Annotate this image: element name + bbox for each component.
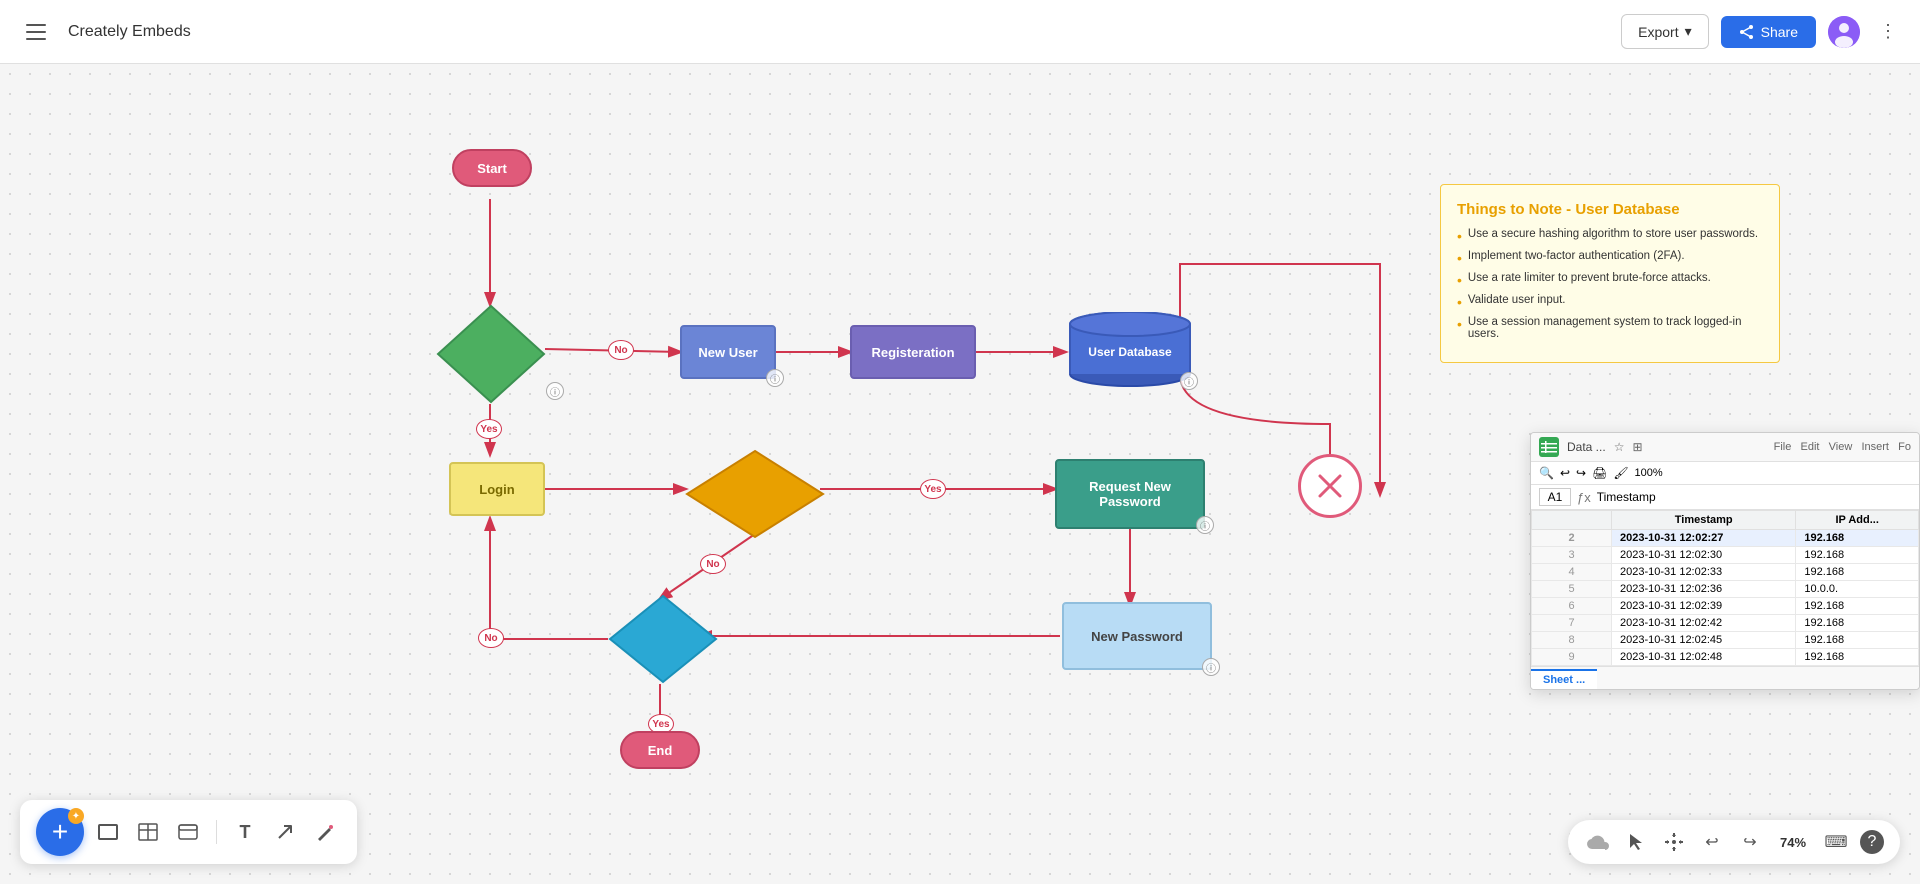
table-row: 92023-10-31 12:02:48192.168 xyxy=(1532,649,1919,666)
sheet-zoom: 100% xyxy=(1635,467,1663,479)
request-pw-info[interactable]: ⓘ xyxy=(1196,516,1214,534)
correct-password-diamond[interactable]: Correct Password? xyxy=(608,594,718,684)
registered-diamond[interactable]: Registered? xyxy=(436,304,546,404)
svg-text:User Database: User Database xyxy=(1088,345,1172,359)
sheet-print-icon[interactable]: 🖨 xyxy=(1592,466,1607,480)
note-item-3: • Use a rate limiter to prevent brute-fo… xyxy=(1457,272,1763,288)
spreadsheet-panel: Data ... ☆ ⊞ File Edit View Insert Fo 🔍 … xyxy=(1530,432,1920,690)
share-button[interactable]: Share xyxy=(1721,16,1816,48)
table-row: 32023-10-31 12:02:30192.168 xyxy=(1532,547,1919,564)
card-tool-button[interactable] xyxy=(172,816,204,848)
add-button[interactable]: + ✦ xyxy=(36,808,84,856)
keyboard-icon[interactable]: ⌨ xyxy=(1822,828,1850,856)
text-tool-button[interactable]: T xyxy=(229,816,261,848)
edge-label-yes2: Yes xyxy=(920,479,946,499)
canvas[interactable]: Start Registered? No Yes New User ⓘ Regi… xyxy=(0,64,1920,884)
help-icon[interactable]: ? xyxy=(1860,830,1884,854)
cursor-tool-icon[interactable] xyxy=(1622,828,1650,856)
header: Creately Embeds Export ▾ Share ⋮ xyxy=(0,0,1920,64)
sheet-fx-icon: ƒx xyxy=(1577,490,1591,505)
sheet-redo-icon[interactable]: ↪ xyxy=(1576,466,1586,480)
draw-tool-button[interactable] xyxy=(309,816,341,848)
table-row: 82023-10-31 12:02:45192.168 xyxy=(1532,632,1919,649)
registration-node[interactable]: Registeration xyxy=(850,325,976,379)
forgot-password-diamond[interactable]: Forgot Password? xyxy=(685,449,825,539)
table-row: 52023-10-31 12:02:3610.0.0. xyxy=(1532,581,1919,598)
new-user-info[interactable]: ⓘ xyxy=(766,369,784,387)
note-box: Things to Note - User Database • Use a s… xyxy=(1440,184,1780,363)
sheet-grid-icon[interactable]: ⊞ xyxy=(1632,440,1642,454)
chevron-down-icon: ▾ xyxy=(1685,23,1692,40)
sheet-formula: Timestamp xyxy=(1597,490,1656,504)
sheet-search-icon[interactable]: 🔍 xyxy=(1539,466,1554,480)
rect-tool-button[interactable] xyxy=(92,816,124,848)
new-password-info[interactable]: ⓘ xyxy=(1202,658,1220,676)
export-button[interactable]: Export ▾ xyxy=(1621,14,1709,49)
sheet-tab[interactable]: Sheet ... xyxy=(1531,669,1597,689)
sheet-menu-items: File Edit View Insert Fo xyxy=(1774,441,1911,453)
arrow-tool-button[interactable] xyxy=(269,816,301,848)
zoom-level: 74% xyxy=(1774,835,1812,850)
sheet-title: Data ... xyxy=(1567,440,1606,454)
sheet-col-a-header[interactable]: Timestamp xyxy=(1612,511,1796,530)
edge-label-yes1: Yes xyxy=(476,419,502,439)
table-row: 72023-10-31 12:02:42192.168 xyxy=(1532,615,1919,632)
move-tool-icon[interactable] xyxy=(1660,828,1688,856)
redo-icon[interactable]: ↪ xyxy=(1736,828,1764,856)
user-database-node[interactable]: User Database xyxy=(1065,312,1195,397)
note-item-5: • Use a session management system to tra… xyxy=(1457,316,1763,340)
note-item-2: • Implement two-factor authentication (2… xyxy=(1457,250,1763,266)
table-row: 62023-10-31 12:02:39192.168 xyxy=(1532,598,1919,615)
end-node[interactable]: End xyxy=(620,731,700,769)
new-user-node[interactable]: New User xyxy=(680,325,776,379)
sheet-col-b-header[interactable]: IP Add... xyxy=(1796,511,1919,530)
sheet-table: Timestamp IP Add... 22023-10-31 12:02:27… xyxy=(1531,510,1919,666)
document-title: Creately Embeds xyxy=(68,23,1609,41)
registered-info[interactable]: ⓘ xyxy=(546,382,564,400)
edge-label-no2: No xyxy=(700,554,726,574)
note-title: Things to Note - User Database xyxy=(1457,201,1763,218)
sheet-star-icon[interactable]: ☆ xyxy=(1614,440,1625,454)
edge-label-no1: No xyxy=(608,340,634,360)
sheet-cell-ref[interactable]: A1 xyxy=(1539,488,1571,506)
undo-icon[interactable]: ↩ xyxy=(1698,828,1726,856)
edge-label-no3: No xyxy=(478,628,504,648)
sheet-header: Data ... ☆ ⊞ File Edit View Insert Fo xyxy=(1531,433,1919,462)
menu-button[interactable] xyxy=(16,12,56,52)
sheet-toolbar: 🔍 ↩ ↪ 🖨 🖌 100% xyxy=(1531,462,1919,485)
start-node[interactable]: Start xyxy=(452,149,532,187)
login-node[interactable]: Login xyxy=(449,462,545,516)
note-item-1: • Use a secure hashing algorithm to stor… xyxy=(1457,228,1763,244)
cloud-save-icon[interactable] xyxy=(1584,828,1612,856)
sheet-formula-bar: A1 ƒx Timestamp xyxy=(1531,485,1919,510)
sheet-paint-icon[interactable]: 🖌 xyxy=(1613,466,1628,480)
table-row: 22023-10-31 12:02:27192.168 xyxy=(1532,530,1919,547)
avatar[interactable] xyxy=(1828,16,1860,48)
table-row: 42023-10-31 12:02:33192.168 xyxy=(1532,564,1919,581)
bottom-toolbar: + ✦ T xyxy=(20,800,357,864)
sheet-undo-icon[interactable]: ↩ xyxy=(1560,466,1570,480)
note-item-4: • Validate user input. xyxy=(1457,294,1763,310)
user-db-info[interactable]: ⓘ xyxy=(1180,372,1198,390)
toolbar-separator xyxy=(216,820,217,844)
new-password-node[interactable]: New Password xyxy=(1062,602,1212,670)
sheet-tabs-bar: Sheet ... xyxy=(1531,666,1919,689)
more-options-button[interactable]: ⋮ xyxy=(1872,16,1904,48)
table-tool-button[interactable] xyxy=(132,816,164,848)
cancel-circle[interactable] xyxy=(1298,454,1362,518)
request-new-password-node[interactable]: Request New Password xyxy=(1055,459,1205,529)
bottom-right-toolbar: ↩ ↪ 74% ⌨ ? xyxy=(1568,820,1900,864)
sheet-row-header xyxy=(1532,511,1612,530)
